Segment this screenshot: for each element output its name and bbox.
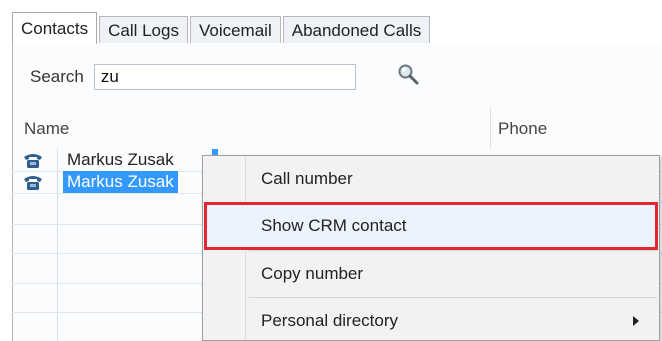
phone-icon xyxy=(24,154,42,168)
context-menu: Call number Show CRM contact Copy number… xyxy=(202,155,660,341)
tab-abandoned-calls[interactable]: Abandoned Calls xyxy=(282,16,431,44)
column-phone[interactable]: Phone xyxy=(498,119,547,139)
menu-item-personal-directory[interactable]: Personal directory xyxy=(203,298,659,340)
phone-icon xyxy=(24,176,42,190)
menu-item-call-number[interactable]: Call number xyxy=(203,156,659,202)
menu-item-label: Call number xyxy=(261,169,353,188)
search-label: Search xyxy=(30,67,84,86)
tab-bar: Contacts Call Logs Voicemail Abandoned C… xyxy=(12,12,432,44)
menu-item-show-crm-contact[interactable]: Show CRM contact xyxy=(203,203,659,249)
tab-call-logs[interactable]: Call Logs xyxy=(99,16,188,44)
submenu-arrow-icon xyxy=(633,316,639,326)
column-name[interactable]: Name xyxy=(24,119,69,139)
tab-voicemail[interactable]: Voicemail xyxy=(189,16,281,44)
contact-name: Markus Zusak xyxy=(63,171,178,193)
contact-name: Markus Zusak xyxy=(67,150,174,169)
search-input[interactable] xyxy=(93,64,356,90)
magnifier-icon[interactable] xyxy=(395,61,421,87)
menu-item-label: Copy number xyxy=(261,264,364,283)
column-separator[interactable] xyxy=(490,107,491,149)
tab-contacts[interactable]: Contacts xyxy=(12,12,98,44)
contacts-app: Contacts Call Logs Voicemail Abandoned C… xyxy=(0,0,662,341)
column-header: Name Phone xyxy=(12,107,662,149)
menu-item-copy-number[interactable]: Copy number xyxy=(203,251,659,297)
search-row: Search xyxy=(30,62,356,92)
menu-item-label: Personal directory xyxy=(261,311,399,330)
menu-item-label: Show CRM contact xyxy=(261,216,407,235)
